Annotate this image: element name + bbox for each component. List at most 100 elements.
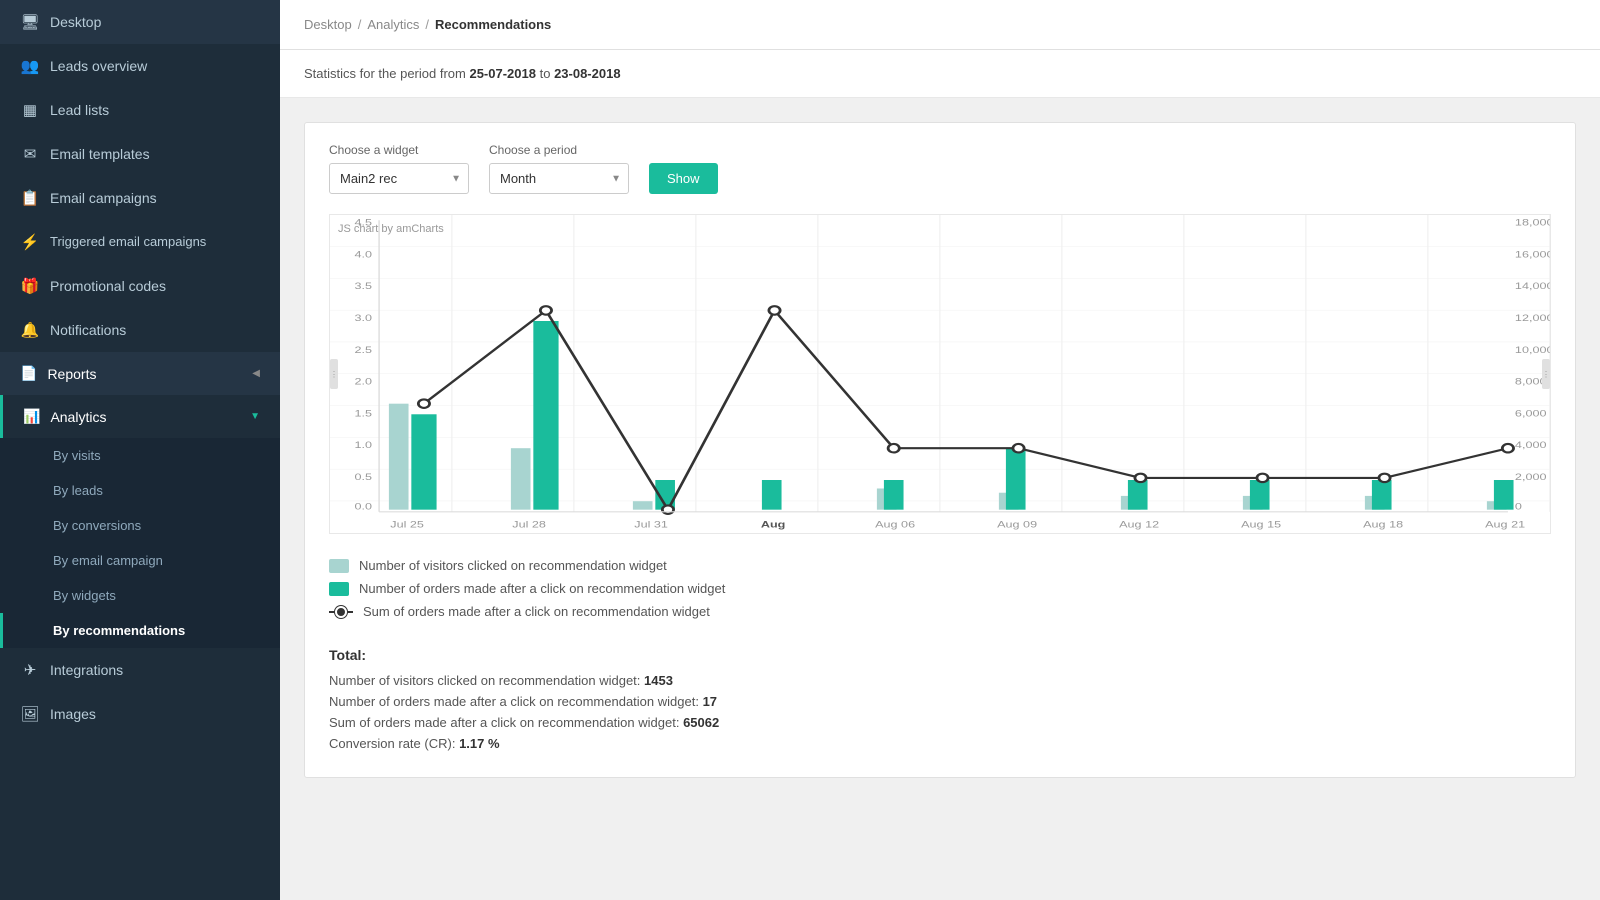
sidebar-item-images[interactable]: 🖼 Images <box>0 692 280 736</box>
svg-text:10,000: 10,000 <box>1515 345 1550 355</box>
breadcrumb-sep-2: / <box>425 17 429 32</box>
chart-title: JS chart by amCharts <box>338 223 444 235</box>
stats-header: Statistics for the period from 25-07-201… <box>280 50 1600 98</box>
sidebar-section-analytics[interactable]: 📊 Analytics ▼ <box>0 395 280 438</box>
svg-text:6,000: 6,000 <box>1515 409 1547 419</box>
legend-item-orders: Number of orders made after a click on r… <box>329 581 1551 596</box>
svg-text:4.0: 4.0 <box>355 250 373 260</box>
sidebar-item-lead-lists[interactable]: ▦ Lead lists <box>0 88 280 132</box>
sidebar-item-email-templates[interactable]: ✉ Email templates <box>0 132 280 176</box>
sidebar-item-notifications[interactable]: 🔔 Notifications <box>0 308 280 352</box>
sidebar-item-leads-overview[interactable]: 👥 Leads overview <box>0 44 280 88</box>
legend-color-visitors <box>329 559 349 573</box>
breadcrumb-sep-1: / <box>358 17 362 32</box>
legend-item-sum: Sum of orders made after a click on reco… <box>329 604 1551 619</box>
submenu-by-widgets[interactable]: By widgets <box>0 578 280 613</box>
svg-text:0: 0 <box>1515 502 1522 512</box>
totals-value-cr: 1.17 % <box>459 736 499 751</box>
topbar: Desktop / Analytics / Recommendations <box>280 0 1600 50</box>
widget-select[interactable]: Main2 rec <box>329 163 469 194</box>
analytics-submenu: By visits By leads By conversions By ema… <box>0 438 280 648</box>
controls-row: Choose a widget Main2 rec ▼ Choose a per… <box>329 143 1551 194</box>
svg-text:2.0: 2.0 <box>355 377 373 387</box>
stats-prefix: Statistics for the period from <box>304 66 466 81</box>
widget-panel: Choose a widget Main2 rec ▼ Choose a per… <box>304 122 1576 778</box>
sidebar-item-triggered-email-campaigns[interactable]: ⚡ Triggered email campaigns <box>0 220 280 264</box>
svg-text:1.0: 1.0 <box>355 441 373 451</box>
totals-row-visitors: Number of visitors clicked on recommenda… <box>329 673 1551 688</box>
analytics-chevron-icon: ▼ <box>250 411 260 422</box>
svg-text:18,000: 18,000 <box>1515 218 1550 228</box>
chart-svg: 4.5 4.0 3.5 3.0 2.5 2.0 1.5 1.0 0.5 0.0 … <box>330 215 1550 533</box>
totals-value-visitors: 1453 <box>644 673 673 688</box>
svg-text:Jul 25: Jul 25 <box>390 520 424 530</box>
main-content: Desktop / Analytics / Recommendations St… <box>280 0 1600 900</box>
totals-row-orders: Number of orders made after a click on r… <box>329 694 1551 709</box>
breadcrumb-recommendations: Recommendations <box>435 17 551 32</box>
sidebar-item-promotional-codes[interactable]: 🎁 Promotional codes <box>0 264 280 308</box>
submenu-by-recommendations[interactable]: By recommendations <box>0 613 280 648</box>
period-label: Choose a period <box>489 143 629 157</box>
totals-value-orders: 17 <box>703 694 717 709</box>
chart-grip-left[interactable]: ⋮ <box>330 359 338 389</box>
widget-select-wrapper: Main2 rec ▼ <box>329 163 469 194</box>
submenu-by-conversions[interactable]: By conversions <box>0 508 280 543</box>
breadcrumb-desktop[interactable]: Desktop <box>304 17 352 32</box>
svg-text:Aug 12: Aug 12 <box>1119 520 1159 530</box>
notifications-icon: 🔔 <box>20 321 40 339</box>
svg-text:Aug 15: Aug 15 <box>1241 520 1281 530</box>
widget-label: Choose a widget <box>329 143 469 157</box>
svg-text:14,000: 14,000 <box>1515 282 1550 292</box>
email-campaigns-icon: 📋 <box>20 189 40 207</box>
reports-chevron-icon: ◀ <box>252 368 260 379</box>
chart-legend: Number of visitors clicked on recommenda… <box>329 558 1551 619</box>
show-button[interactable]: Show <box>649 163 718 194</box>
svg-text:3.0: 3.0 <box>355 313 373 323</box>
sidebar: 🖥 Desktop 👥 Leads overview ▦ Lead lists … <box>0 0 280 900</box>
widget-selector-group: Choose a widget Main2 rec ▼ <box>329 143 469 194</box>
totals-section: Total: Number of visitors clicked on rec… <box>329 643 1551 751</box>
submenu-by-visits[interactable]: By visits <box>0 438 280 473</box>
stats-date-to: 23-08-2018 <box>554 66 621 81</box>
svg-text:Aug 21: Aug 21 <box>1485 520 1525 530</box>
legend-color-orders <box>329 582 349 596</box>
legend-line-sum <box>329 611 353 613</box>
sidebar-item-desktop[interactable]: 🖥 Desktop <box>0 0 280 44</box>
totals-value-sum: 65062 <box>683 715 719 730</box>
sidebar-section-reports[interactable]: 📄 Reports ◀ <box>0 352 280 395</box>
svg-text:16,000: 16,000 <box>1515 250 1550 260</box>
svg-text:12,000: 12,000 <box>1515 313 1550 323</box>
desktop-icon: 🖥 <box>20 13 40 31</box>
svg-text:4,000: 4,000 <box>1515 441 1547 451</box>
promo-icon: 🎁 <box>20 277 40 295</box>
period-select-wrapper: Month ▼ <box>489 163 629 194</box>
svg-text:2.5: 2.5 <box>355 345 373 355</box>
svg-text:Aug: Aug <box>761 520 786 530</box>
integrations-icon: ✈ <box>20 661 40 679</box>
stats-to: to <box>540 66 554 81</box>
svg-text:Jul 31: Jul 31 <box>634 520 668 530</box>
totals-row-cr: Conversion rate (CR): 1.17 % <box>329 736 1551 751</box>
lead-lists-icon: ▦ <box>20 101 40 119</box>
submenu-by-email-campaign[interactable]: By email campaign <box>0 543 280 578</box>
period-select[interactable]: Month <box>489 163 629 194</box>
sidebar-item-email-campaigns[interactable]: 📋 Email campaigns <box>0 176 280 220</box>
reports-icon: 📄 <box>20 365 37 382</box>
legend-label-orders: Number of orders made after a click on r… <box>359 581 725 596</box>
svg-text:1.5: 1.5 <box>355 409 373 419</box>
leads-overview-icon: 👥 <box>20 57 40 75</box>
chart-grip-right[interactable]: ⋮ <box>1542 359 1550 389</box>
svg-text:3.5: 3.5 <box>355 282 373 292</box>
sidebar-item-integrations[interactable]: ✈ Integrations <box>0 648 280 692</box>
legend-label-sum: Sum of orders made after a click on reco… <box>363 604 710 619</box>
svg-text:0.5: 0.5 <box>355 472 373 482</box>
svg-text:2,000: 2,000 <box>1515 472 1547 482</box>
svg-text:Jul 28: Jul 28 <box>512 520 546 530</box>
breadcrumb-analytics[interactable]: Analytics <box>367 17 419 32</box>
submenu-by-leads[interactable]: By leads <box>0 473 280 508</box>
svg-text:Aug 18: Aug 18 <box>1363 520 1403 530</box>
totals-title: Total: <box>329 647 1551 663</box>
totals-row-sum: Sum of orders made after a click on reco… <box>329 715 1551 730</box>
period-selector-group: Choose a period Month ▼ <box>489 143 629 194</box>
stats-date-from: 25-07-2018 <box>469 66 536 81</box>
